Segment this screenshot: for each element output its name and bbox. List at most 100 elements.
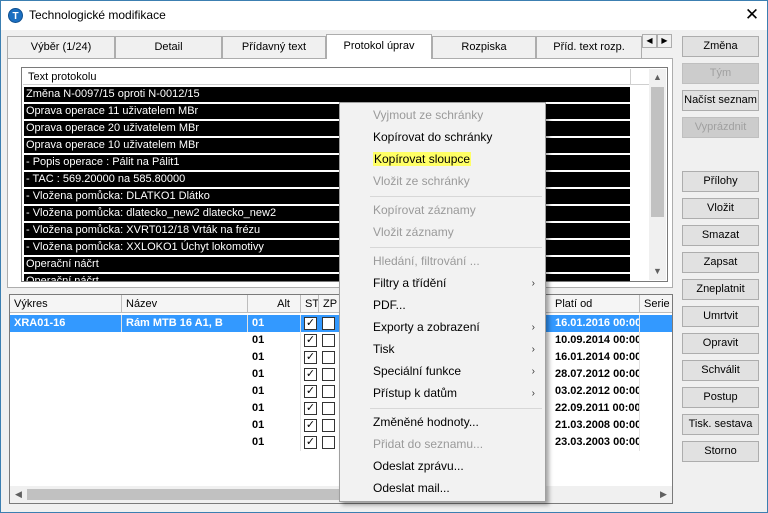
- umrtvit-button[interactable]: Umrtvit: [682, 306, 759, 327]
- st-checkbox[interactable]: ✓: [304, 419, 317, 432]
- st-checkbox[interactable]: ✓: [304, 351, 317, 364]
- close-icon[interactable]: ✕: [741, 5, 763, 25]
- cell-plati-od: 16.01.2014 00:00: [551, 349, 640, 366]
- cell-plati-od: 10.09.2014 00:00: [551, 332, 640, 349]
- zp-checkbox[interactable]: [322, 436, 335, 449]
- menu-item-kopirovat-do-schranky[interactable]: Kopírovat do schránky: [342, 127, 543, 148]
- postup-button[interactable]: Postup: [682, 387, 759, 408]
- chevron-right-icon: ›: [531, 322, 535, 333]
- menu-item-vyjmout[interactable]: Vyjmout ze schránky: [342, 105, 543, 126]
- protocol-row[interactable]: Změna N-0097/15 oproti N-0012/15: [24, 87, 630, 102]
- zneplatnit-button[interactable]: Zneplatnit: [682, 279, 759, 300]
- st-checkbox[interactable]: ✓: [304, 402, 317, 415]
- tab-vyber[interactable]: Výběr (1/24): [7, 36, 115, 58]
- menu-item-pristup-k-datum[interactable]: Přístup k datům ›: [342, 383, 543, 404]
- opravit-button[interactable]: Opravit: [682, 333, 759, 354]
- cell-plati-od: 03.02.2012 00:00: [551, 383, 640, 400]
- column-header-plati-od[interactable]: Platí od: [551, 295, 640, 313]
- menu-item-label: PDF...: [373, 298, 406, 312]
- schvalit-button[interactable]: Schválit: [682, 360, 759, 381]
- st-checkbox[interactable]: ✓: [304, 436, 317, 449]
- cell-alt: 01: [248, 349, 301, 366]
- menu-item-label: Odeslat mail...: [373, 481, 450, 495]
- st-checkbox[interactable]: ✓: [304, 385, 317, 398]
- scroll-up-icon[interactable]: ▲: [649, 69, 666, 86]
- menu-item-tisk[interactable]: Tisk ›: [342, 339, 543, 360]
- menu-item-label: Vložit ze schránky: [373, 174, 470, 188]
- main-window: T Technologické modifikace ✕ Výběr (1/24…: [0, 0, 768, 513]
- scroll-down-icon[interactable]: ▼: [649, 263, 666, 280]
- zp-checkbox[interactable]: [322, 351, 335, 364]
- protocol-column-header[interactable]: Text protokolu: [23, 69, 649, 85]
- tab-protokol-uprav[interactable]: Protokol úprav: [326, 34, 432, 59]
- menu-item-vlozit-ze-schranky[interactable]: Vložit ze schránky: [342, 171, 543, 192]
- nacist-seznam-button[interactable]: Načíst seznam: [682, 90, 759, 111]
- tab-prid-text-rozp[interactable]: Příd. text rozp.: [536, 36, 642, 58]
- tab-scroll-left-icon[interactable]: ◀: [642, 34, 657, 48]
- storno-button[interactable]: Storno: [682, 441, 759, 462]
- title-bar: T Technologické modifikace ✕: [1, 1, 767, 30]
- app-logo-icon: T: [8, 8, 23, 23]
- st-checkbox[interactable]: ✓: [304, 334, 317, 347]
- menu-item-exporty[interactable]: Exporty a zobrazení ›: [342, 317, 543, 338]
- column-header-alt[interactable]: Alt: [248, 295, 301, 313]
- scroll-left-icon[interactable]: ◀: [10, 486, 27, 503]
- column-header-nazev[interactable]: Název: [122, 295, 248, 313]
- tab-strip: Výběr (1/24) Detail Přídavný text Protok…: [7, 34, 673, 59]
- chevron-right-icon: ›: [531, 344, 535, 355]
- menu-item-label: Přidat do seznamu...: [373, 437, 484, 451]
- zp-checkbox[interactable]: [322, 368, 335, 381]
- cell-plati-od: 23.03.2003 00:00: [551, 434, 640, 451]
- tab-detail[interactable]: Detail: [115, 36, 222, 58]
- tab-scroll-right-icon[interactable]: ▶: [657, 34, 672, 48]
- column-header-vykres[interactable]: Výkres: [10, 295, 122, 313]
- menu-item-zmenene-hodnoty[interactable]: Změněné hodnoty...: [342, 412, 543, 433]
- zp-checkbox[interactable]: [322, 419, 335, 432]
- zp-checkbox[interactable]: [322, 402, 335, 415]
- menu-item-kopirovat-sloupce[interactable]: Kopírovat sloupce: [342, 149, 543, 170]
- scroll-right-icon[interactable]: ▶: [655, 486, 672, 503]
- chevron-right-icon: ›: [531, 278, 535, 289]
- protocol-vertical-scrollbar[interactable]: ▲ ▼: [649, 69, 666, 280]
- column-header-st[interactable]: ST: [301, 295, 319, 313]
- cell-alt: 01: [248, 366, 301, 383]
- menu-item-kopirovat-zaznamy[interactable]: Kopírovat záznamy: [342, 200, 543, 221]
- st-checkbox[interactable]: ✓: [304, 317, 317, 330]
- smazat-button[interactable]: Smazat: [682, 225, 759, 246]
- menu-item-pridat-do-seznamu[interactable]: Přidat do seznamu...: [342, 434, 543, 455]
- menu-item-hledani[interactable]: Hledání, filtrování ...: [342, 251, 543, 272]
- vlozit-button[interactable]: Vložit: [682, 198, 759, 219]
- menu-item-filtry[interactable]: Filtry a třídění ›: [342, 273, 543, 294]
- prilohy-button[interactable]: Přílohy: [682, 171, 759, 192]
- tab-pridavny-text[interactable]: Přídavný text: [222, 36, 326, 58]
- column-header-serie[interactable]: Serie: [640, 295, 672, 313]
- menu-item-odeslat-mail[interactable]: Odeslat mail...: [342, 478, 543, 499]
- scroll-thumb[interactable]: [651, 87, 664, 217]
- chevron-right-icon: ›: [531, 388, 535, 399]
- st-checkbox[interactable]: ✓: [304, 368, 317, 381]
- cell-plati-od: 28.07.2012 00:00: [551, 366, 640, 383]
- zp-checkbox[interactable]: [322, 385, 335, 398]
- cell-plati-od: 16.01.2016 00:00: [551, 315, 640, 332]
- menu-item-label: Speciální funkce: [373, 364, 462, 378]
- cell-alt: 01: [248, 332, 301, 349]
- zp-checkbox[interactable]: [322, 334, 335, 347]
- menu-item-label: Kopírovat záznamy: [373, 203, 476, 217]
- menu-item-specialni-funkce[interactable]: Speciální funkce ›: [342, 361, 543, 382]
- tisk-sestava-button[interactable]: Tisk. sestava: [682, 414, 759, 435]
- menu-item-label: Hledání, filtrování ...: [373, 254, 480, 268]
- cell-alt: 01: [248, 315, 301, 332]
- menu-separator: [370, 408, 542, 409]
- tab-rozpiska[interactable]: Rozpiska: [432, 36, 536, 58]
- vyprazdnit-button[interactable]: Vyprázdnit: [682, 117, 759, 138]
- menu-item-odeslat-zpravu[interactable]: Odeslat zprávu...: [342, 456, 543, 477]
- zp-checkbox[interactable]: [322, 317, 335, 330]
- zapsat-button[interactable]: Zapsat: [682, 252, 759, 273]
- cell-plati-od: 21.03.2008 00:00: [551, 417, 640, 434]
- cell-alt: 01: [248, 400, 301, 417]
- zmena-button[interactable]: Změna: [682, 36, 759, 57]
- tym-button[interactable]: Tým: [682, 63, 759, 84]
- menu-item-pdf[interactable]: PDF...: [342, 295, 543, 316]
- menu-item-vlozit-zaznamy[interactable]: Vložit záznamy: [342, 222, 543, 243]
- menu-item-label: Přístup k datům: [373, 386, 458, 400]
